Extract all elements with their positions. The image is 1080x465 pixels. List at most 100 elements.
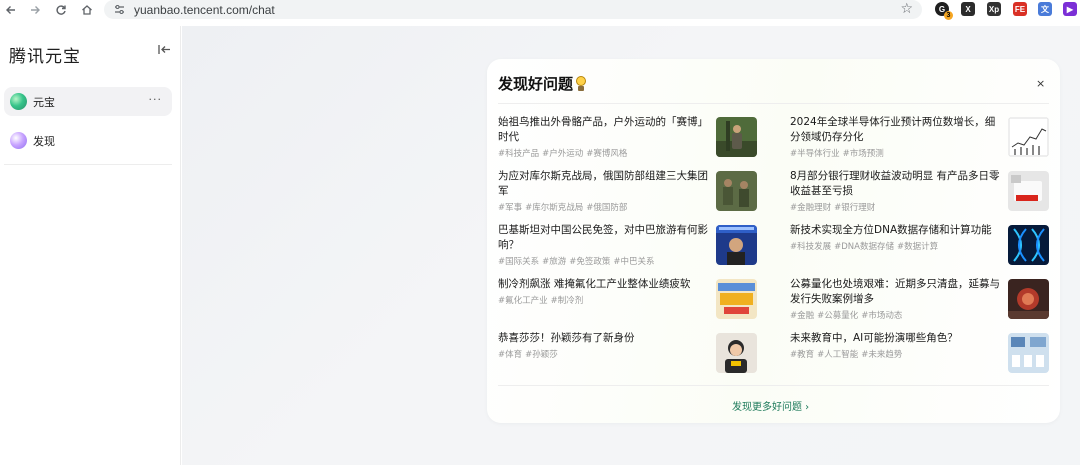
- question-tags: #科技发展 #DNA数据存储 #数据计算: [790, 240, 941, 252]
- question-thumbnail: [716, 333, 757, 373]
- extension-icon[interactable]: G 3: [935, 2, 953, 20]
- tag: #中巴关系: [613, 257, 655, 267]
- tag: #户外运动: [542, 149, 584, 159]
- tag: #科技产品: [498, 149, 540, 159]
- extension-play-icon[interactable]: ▶: [1063, 2, 1077, 16]
- tag: #孙颖莎: [525, 350, 558, 360]
- question-thumbnail: [1008, 225, 1049, 265]
- card-title-text: 发现好问题: [498, 75, 574, 93]
- url-text[interactable]: yuanbao.tencent.com/chat: [134, 3, 275, 17]
- card-divider-top: [498, 103, 1049, 104]
- question-title[interactable]: 公募量化也处境艰难：近期多只清盘，延募与发行失败案例增多: [790, 277, 1004, 307]
- question-title[interactable]: 未来教育中，AI可能扮演哪些角色？: [790, 331, 1004, 346]
- reload-icon[interactable]: [51, 0, 71, 20]
- question-item[interactable]: 巴基斯坦对中国公民免签，对中巴旅游有何影响？ #国际关系 #旅游 #免签政策 #中巴关…: [498, 223, 758, 267]
- question-tags: #金融理财 #银行理财: [790, 201, 878, 213]
- yuanbao-logo-icon: [10, 93, 27, 110]
- tag: #旅游: [542, 257, 567, 267]
- site-settings-icon[interactable]: [112, 3, 126, 17]
- question-item[interactable]: 2024年全球半导体行业预计两位数增长，细分领域仍存分化 #半导体行业 #市场预测: [790, 115, 1050, 159]
- tag: #教育: [790, 350, 815, 360]
- more-options-icon[interactable]: ···: [149, 93, 163, 106]
- question-thumbnail: [716, 117, 757, 157]
- extension-fe-icon[interactable]: FE: [1013, 2, 1027, 16]
- question-thumbnail: [1008, 333, 1049, 373]
- sidebar-item-discover[interactable]: 发现: [4, 126, 172, 155]
- close-icon[interactable]: ×: [1036, 77, 1045, 90]
- question-thumbnail: [1008, 117, 1049, 157]
- tag: #未来趋势: [861, 350, 903, 360]
- extension-xp-icon[interactable]: Xp: [987, 2, 1001, 16]
- tag: #金融理财: [790, 203, 832, 213]
- question-item[interactable]: 制冷剂飙涨 难掩氟化工产业整体业绩疲软 #氟化工产业 #制冷剂: [498, 277, 758, 321]
- question-item[interactable]: 未来教育中，AI可能扮演哪些角色？ #教育 #人工智能 #未来趋势: [790, 331, 1050, 375]
- sidebar-item-label: 发现: [33, 134, 55, 148]
- tag: #公募量化: [817, 311, 859, 321]
- tag: #国际关系: [498, 257, 540, 267]
- tag: #体育: [498, 350, 523, 360]
- discover-questions-card: 发现好问题 × 始祖鸟推出外骨骼产品，户外运动的「赛博」时代 #科技产品 #户外运…: [487, 59, 1060, 423]
- address-bar[interactable]: yuanbao.tencent.com/chat ☆: [104, 0, 922, 19]
- tag: #库尔斯克战局: [525, 203, 584, 213]
- question-title[interactable]: 2024年全球半导体行业预计两位数增长，细分领域仍存分化: [790, 115, 1004, 145]
- tag: #银行理财: [834, 203, 876, 213]
- tag: #制冷剂: [550, 296, 584, 306]
- question-item[interactable]: 始祖鸟推出外骨骼产品，户外运动的「赛博」时代 #科技产品 #户外运动 #赛博风格: [498, 115, 758, 159]
- back-icon[interactable]: [1, 0, 21, 20]
- home-icon[interactable]: [77, 0, 97, 20]
- tag: #俄国防部: [586, 203, 628, 213]
- question-thumbnail: [716, 171, 757, 211]
- question-title[interactable]: 新技术实现全方位DNA数据存储和计算功能: [790, 223, 1004, 238]
- question-tags: #军事 #库尔斯克战局 #俄国防部: [498, 201, 630, 213]
- tag: #市场预测: [842, 149, 884, 159]
- question-tags: #半导体行业 #市场预测: [790, 147, 887, 159]
- question-tags: #教育 #人工智能 #未来趋势: [790, 348, 905, 360]
- sidebar-item-yuanbao[interactable]: 元宝 ···: [4, 87, 172, 116]
- discover-sparkle-icon: [10, 132, 27, 149]
- question-title[interactable]: 巴基斯坦对中国公民免签，对中巴旅游有何影响？: [498, 223, 712, 253]
- discover-more-link[interactable]: 发现更多好问题 ›: [732, 398, 809, 413]
- question-item[interactable]: 公募量化也处境艰难：近期多只清盘，延募与发行失败案例增多 #金融 #公募量化 #市场…: [790, 277, 1050, 321]
- tag: #人工智能: [817, 350, 859, 360]
- question-thumbnail: [716, 225, 757, 265]
- question-title[interactable]: 8月部分银行理财收益波动明显 有产品多日零收益甚至亏损: [790, 169, 1004, 199]
- question-title[interactable]: 为应对库尔斯克战局，俄国防部组建三大集团军: [498, 169, 712, 199]
- tag: #军事: [498, 203, 523, 213]
- browser-toolbar: yuanbao.tencent.com/chat ☆ G 3 X Xp FE 文…: [0, 0, 1080, 20]
- collapse-sidebar-icon[interactable]: [158, 44, 171, 59]
- tag: #半导体行业: [790, 149, 840, 159]
- tag: #科技发展: [790, 242, 832, 252]
- question-thumbnail: [1008, 171, 1049, 211]
- extension-badge: 3: [944, 11, 953, 20]
- tag: #免签政策: [569, 257, 611, 267]
- sidebar: 腾讯元宝 元宝 ··· 发现: [0, 26, 181, 465]
- question-title[interactable]: 恭喜莎莎！孙颖莎有了新身份: [498, 331, 712, 346]
- question-thumbnail: [716, 279, 757, 319]
- tag: #DNA数据存储: [834, 242, 894, 252]
- question-item[interactable]: 新技术实现全方位DNA数据存储和计算功能 #科技发展 #DNA数据存储 #数据计算: [790, 223, 1050, 267]
- tag: #氟化工产业: [498, 296, 548, 306]
- question-item[interactable]: 8月部分银行理财收益波动明显 有产品多日零收益甚至亏损 #金融理财 #银行理财: [790, 169, 1050, 213]
- bookmark-star-icon[interactable]: ☆: [900, 1, 913, 17]
- question-tags: #氟化工产业 #制冷剂: [498, 294, 586, 306]
- tag: #市场动态: [861, 311, 903, 321]
- question-tags: #金融 #公募量化 #市场动态: [790, 309, 905, 321]
- translate-extension-icon[interactable]: 文: [1038, 2, 1052, 16]
- question-item[interactable]: 恭喜莎莎！孙颖莎有了新身份 #体育 #孙颖莎: [498, 331, 758, 375]
- question-tags: #科技产品 #户外运动 #赛博风格: [498, 147, 630, 159]
- card-title: 发现好问题: [498, 73, 587, 94]
- question-item[interactable]: 为应对库尔斯克战局，俄国防部组建三大集团军 #军事 #库尔斯克战局 #俄国防部: [498, 169, 758, 213]
- question-thumbnail: [1008, 279, 1049, 319]
- brand-title: 腾讯元宝: [9, 47, 81, 67]
- tag: #赛博风格: [586, 149, 628, 159]
- question-title[interactable]: 始祖鸟推出外骨骼产品，户外运动的「赛博」时代: [498, 115, 712, 145]
- tag: #数据计算: [896, 242, 939, 252]
- extension-x-icon[interactable]: X: [961, 2, 975, 16]
- question-title[interactable]: 制冷剂飙涨 难掩氟化工产业整体业绩疲软: [498, 277, 712, 292]
- card-divider-bottom: [498, 385, 1049, 386]
- forward-icon[interactable]: [25, 0, 45, 20]
- sidebar-divider: [4, 164, 172, 165]
- question-tags: #国际关系 #旅游 #免签政策 #中巴关系: [498, 255, 658, 267]
- question-tags: #体育 #孙颖莎: [498, 348, 561, 360]
- tag: #金融: [790, 311, 815, 321]
